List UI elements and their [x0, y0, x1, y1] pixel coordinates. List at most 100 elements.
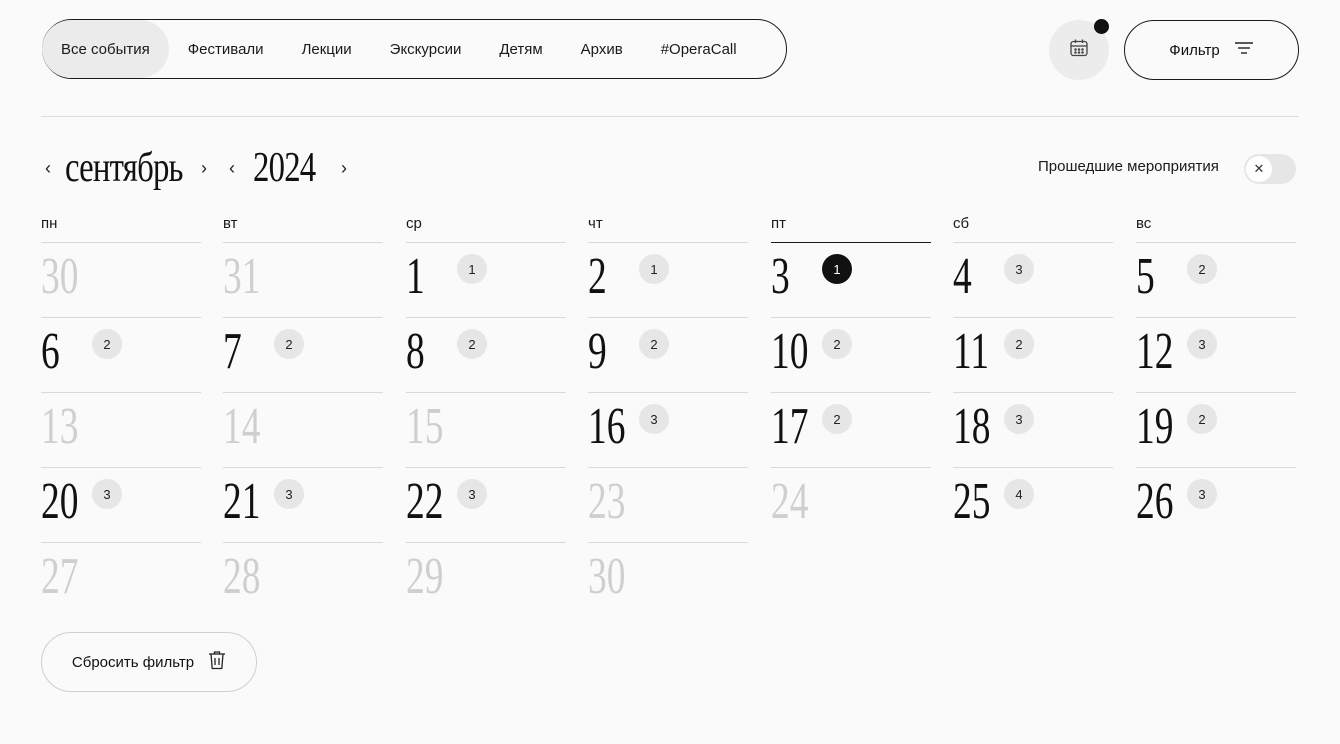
day-cell[interactable]: 25 4 — [953, 467, 1113, 542]
category-tabs: Все события Фестивали Лекции Экскурсии Детям… — [42, 19, 787, 79]
toggle-close-icon: ✕ — [1246, 156, 1272, 182]
day-number: 31 — [223, 248, 261, 305]
day-number: 8 — [406, 323, 425, 380]
day-number: 21 — [223, 473, 261, 530]
past-events-label: Прошедшие мероприятия — [1038, 158, 1219, 175]
event-count-badge: 2 — [1187, 404, 1217, 434]
day-cell[interactable]: 92 — [588, 317, 748, 392]
day-cell[interactable]: 72 — [223, 317, 383, 392]
day-cell[interactable]: 17 2 — [771, 392, 931, 467]
event-count-badge: 3 — [457, 479, 487, 509]
day-cell[interactable]: 21 — [588, 242, 748, 317]
day-number: 6 — [41, 323, 60, 380]
day-number: 18 — [953, 398, 991, 455]
event-count-badge: 1 — [822, 254, 852, 284]
day-number: 15 — [406, 398, 444, 455]
event-count-badge: 2 — [1004, 329, 1034, 359]
event-count-badge: 2 — [1187, 254, 1217, 284]
day-cell[interactable]: 10 2 — [771, 317, 931, 392]
day-cell[interactable]: 18 3 — [953, 392, 1113, 467]
day-cell: 15 — [406, 392, 566, 467]
day-cell[interactable]: 16 3 — [588, 392, 748, 467]
event-count-badge: 3 — [1004, 404, 1034, 434]
day-number: 5 — [1136, 248, 1155, 305]
day-number: 3 — [771, 248, 790, 305]
day-cell: 14 — [223, 392, 383, 467]
tab-1[interactable]: Фестивали — [169, 20, 283, 78]
weekday-header: чт — [588, 215, 603, 232]
day-cell: 28 — [223, 542, 383, 617]
tab-2[interactable]: Лекции — [283, 20, 371, 78]
filter-label: Фильтр — [1169, 41, 1220, 59]
next-month-chevron-icon[interactable]: › — [197, 158, 211, 179]
event-count-badge: 2 — [92, 329, 122, 359]
day-number: 14 — [223, 398, 261, 455]
year-title: 2024 — [253, 145, 316, 191]
reset-filter-button[interactable]: Сбросить фильтр — [41, 632, 257, 692]
day-number: 30 — [588, 548, 626, 605]
day-number: 25 — [953, 473, 991, 530]
day-number: 10 — [771, 323, 809, 380]
event-count-badge: 1 — [457, 254, 487, 284]
weekday-header: вт — [223, 215, 238, 232]
day-cell[interactable]: 21 3 — [223, 467, 383, 542]
event-count-badge: 3 — [92, 479, 122, 509]
past-events-toggle[interactable]: ✕ — [1244, 154, 1296, 184]
day-cell: 30 — [41, 242, 201, 317]
day-number: 11 — [953, 323, 990, 380]
weekday-header: пн — [41, 215, 58, 232]
tab-0[interactable]: Все события — [42, 20, 169, 78]
prev-year-chevron-icon[interactable]: ‹ — [225, 158, 239, 179]
day-cell[interactable]: 82 — [406, 317, 566, 392]
day-cell: 30 — [588, 542, 748, 617]
event-count-badge: 3 — [639, 404, 669, 434]
calendar-notification-dot — [1094, 19, 1109, 34]
day-cell[interactable]: 26 3 — [1136, 467, 1296, 542]
day-number: 30 — [41, 248, 79, 305]
day-number: 29 — [406, 548, 444, 605]
event-count-badge: 1 — [639, 254, 669, 284]
day-cell[interactable]: 11 — [406, 242, 566, 317]
event-count-badge: 2 — [639, 329, 669, 359]
event-count-badge: 2 — [822, 404, 852, 434]
day-cell: 27 — [41, 542, 201, 617]
day-cell[interactable]: 12 3 — [1136, 317, 1296, 392]
trash-icon — [208, 650, 226, 674]
day-cell[interactable]: 52 — [1136, 242, 1296, 317]
reset-filter-label: Сбросить фильтр — [71, 653, 195, 671]
day-number: 20 — [41, 473, 79, 530]
filter-button[interactable]: Фильтр — [1124, 20, 1299, 80]
next-year-chevron-icon[interactable]: › — [337, 158, 351, 179]
weekday-header: ср — [406, 215, 422, 232]
day-cell[interactable]: 11 2 — [953, 317, 1113, 392]
tab-4[interactable]: Детям — [480, 20, 561, 78]
tab-3[interactable]: Экскурсии — [371, 20, 481, 78]
header-divider — [41, 116, 1299, 117]
day-number: 17 — [771, 398, 809, 455]
event-count-badge: 3 — [1187, 479, 1217, 509]
weekday-header: вс — [1136, 215, 1152, 232]
tab-5[interactable]: Архив — [562, 20, 642, 78]
day-cell[interactable]: 19 2 — [1136, 392, 1296, 467]
event-count-badge: 4 — [1004, 479, 1034, 509]
day-number: 12 — [1136, 323, 1174, 380]
event-count-badge: 2 — [822, 329, 852, 359]
tab-6[interactable]: #OperaCall — [642, 20, 756, 78]
event-count-badge: 2 — [457, 329, 487, 359]
day-number: 16 — [588, 398, 626, 455]
day-number: 4 — [953, 248, 972, 305]
day-cell[interactable]: 31 — [771, 242, 931, 317]
day-cell: 13 — [41, 392, 201, 467]
day-cell: 24 — [771, 467, 931, 542]
calendar-icon — [1069, 38, 1089, 63]
day-number: 13 — [41, 398, 79, 455]
day-cell[interactable]: 20 3 — [41, 467, 201, 542]
weekday-header: пт — [771, 215, 786, 232]
day-number: 24 — [771, 473, 809, 530]
day-cell[interactable]: 62 — [41, 317, 201, 392]
day-cell[interactable]: 43 — [953, 242, 1113, 317]
prev-month-chevron-icon[interactable]: ‹ — [41, 158, 55, 179]
day-number: 9 — [588, 323, 607, 380]
day-number: 19 — [1136, 398, 1174, 455]
day-cell[interactable]: 22 3 — [406, 467, 566, 542]
